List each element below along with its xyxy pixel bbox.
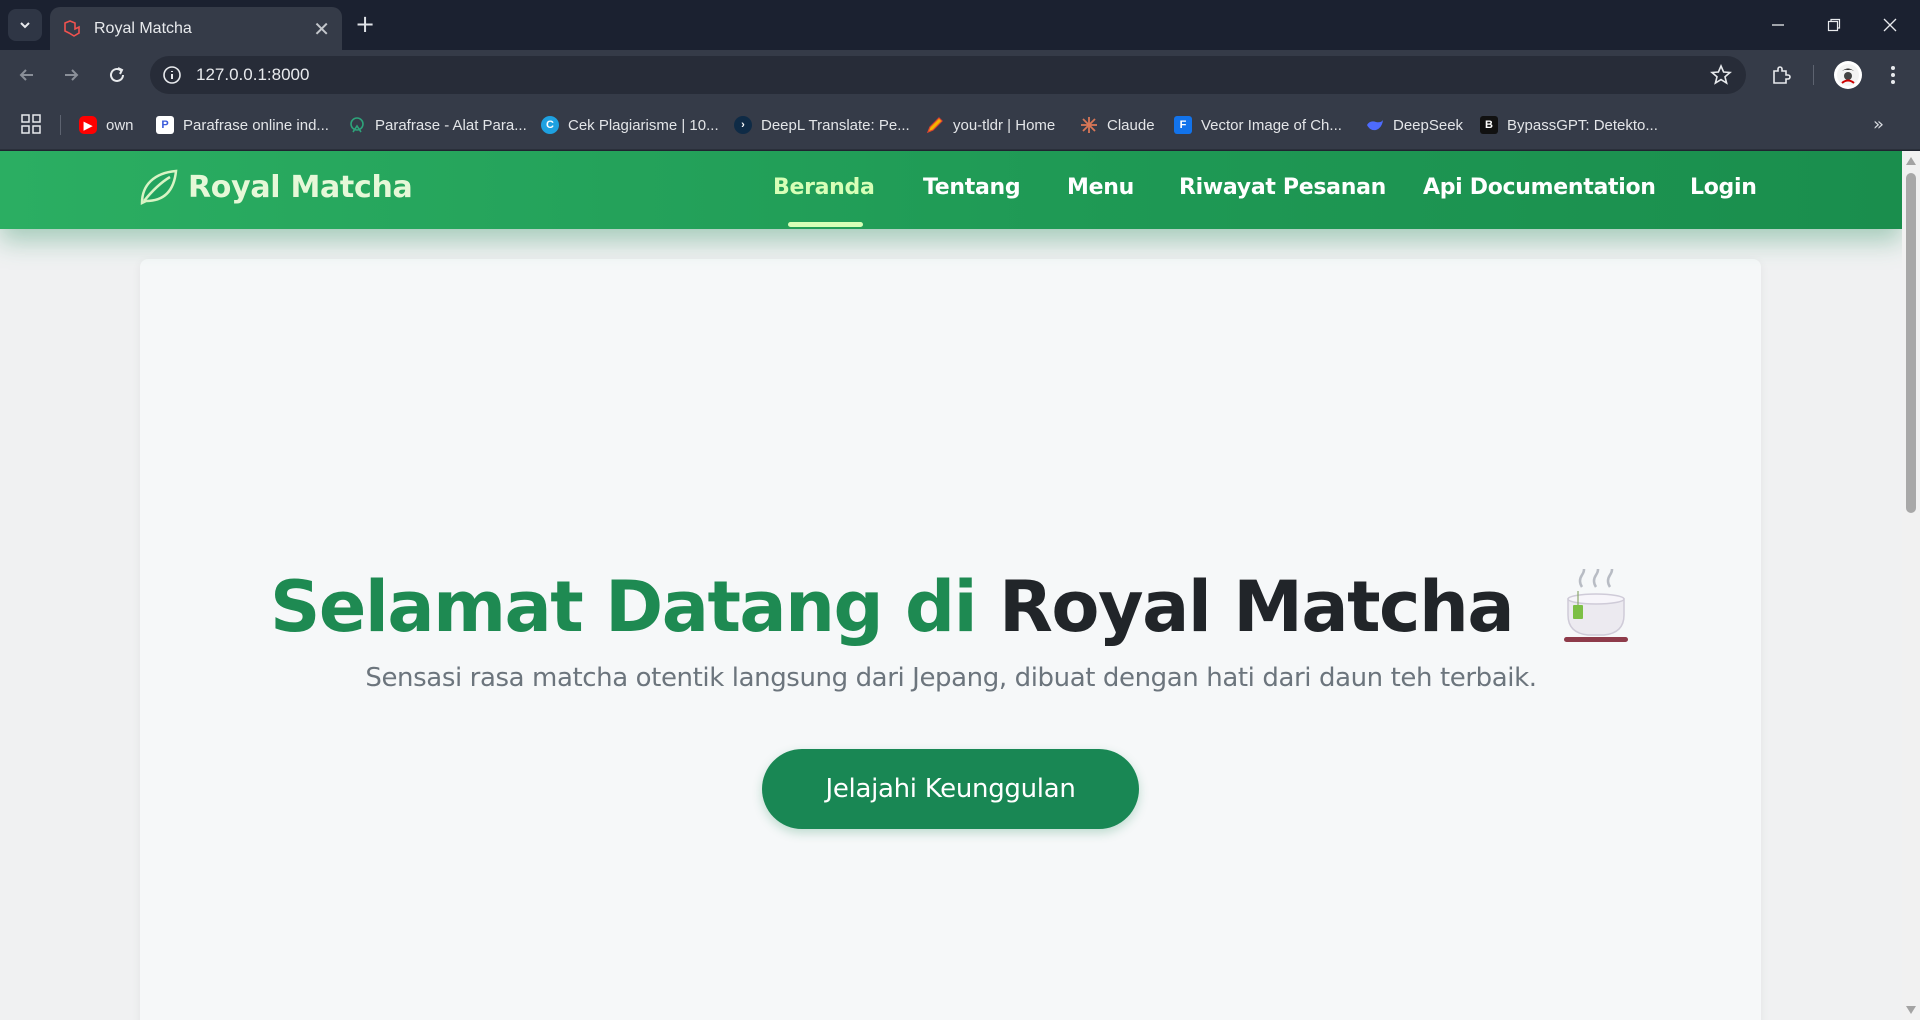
browser-toolbar: 127.0.0.1:8000	[0, 50, 1920, 100]
youtube-icon: ▶	[79, 116, 97, 134]
explore-advantages-button[interactable]: Jelajahi Keunggulan	[762, 749, 1139, 829]
scroll-up-arrow-icon[interactable]	[1906, 157, 1916, 165]
bypassgpt-b-icon: B	[1480, 116, 1498, 134]
hero-title: Selamat Datang di Royal Matcha	[0, 566, 1902, 649]
paraphrase-p-icon: P	[156, 116, 174, 134]
bookmark-label: Cek Plagiarisme | 10...	[568, 116, 719, 134]
freepik-icon: F	[1174, 116, 1192, 134]
bookmarks-overflow-button[interactable]: »	[1873, 114, 1884, 135]
extensions-button[interactable]	[1768, 62, 1794, 88]
kebab-menu-icon	[1891, 66, 1895, 84]
brand-name: Royal Matcha	[188, 169, 413, 205]
bookmark-label: you-tldr | Home	[953, 116, 1056, 134]
site-info-button[interactable]	[160, 63, 184, 87]
bookmark-label: Parafrase - Alat Para...	[375, 116, 527, 134]
tab-strip: Royal Matcha ✕ +	[0, 0, 1920, 50]
browser-menu-button[interactable]	[1880, 62, 1906, 88]
bookmark-label: Parafrase online ind...	[183, 116, 329, 134]
claude-icon	[1080, 116, 1098, 134]
tea-cup-icon	[1564, 568, 1628, 642]
bookmark-item[interactable]: Claude	[1080, 112, 1155, 138]
browser-tab[interactable]: Royal Matcha ✕	[50, 7, 342, 50]
new-tab-button[interactable]: +	[352, 12, 378, 38]
toolbar-divider	[1813, 65, 1814, 85]
address-bar[interactable]: 127.0.0.1:8000	[150, 56, 1746, 94]
tab-title: Royal Matcha	[94, 19, 192, 37]
profile-avatar[interactable]	[1834, 61, 1862, 89]
hero-title-green: Selamat Datang di	[270, 566, 978, 648]
bookmark-item[interactable]: C Cek Plagiarisme | 10...	[541, 112, 719, 138]
puzzle-icon	[1773, 66, 1791, 84]
plagiarism-c-icon: C	[541, 116, 559, 134]
arrow-right-icon	[65, 69, 79, 81]
bookmark-item[interactable]: Parafrase - Alat Para...	[348, 112, 527, 138]
close-icon	[1883, 18, 1897, 32]
arrow-left-icon	[19, 69, 33, 81]
back-button[interactable]	[12, 60, 42, 90]
info-icon	[163, 66, 181, 84]
bookmark-label: own	[106, 116, 134, 134]
nav-link-menu[interactable]: Menu	[1067, 175, 1134, 200]
close-window-button[interactable]	[1870, 10, 1910, 40]
bookmark-label: Claude	[1107, 116, 1155, 134]
chevron-down-icon	[20, 22, 30, 29]
forward-button[interactable]	[56, 60, 86, 90]
bookmarks-bar: ▶ own P Parafrase online ind... Parafras…	[0, 100, 1920, 150]
brand-link[interactable]: Royal Matcha	[138, 167, 413, 207]
reload-button[interactable]	[102, 60, 132, 90]
nav-link-tentang[interactable]: Tentang	[923, 175, 1021, 200]
nav-link-riwayat-pesanan[interactable]: Riwayat Pesanan	[1179, 175, 1386, 200]
reload-icon	[110, 67, 124, 82]
url-text: 127.0.0.1:8000	[196, 65, 310, 84]
paraphrase-tool-icon	[348, 116, 366, 134]
nav-link-api-documentation[interactable]: Api Documentation	[1423, 175, 1656, 200]
minimize-button[interactable]	[1758, 10, 1798, 40]
bookmark-item[interactable]: P Parafrase online ind...	[156, 112, 329, 138]
deepl-icon: ›	[734, 116, 752, 134]
bookmark-item[interactable]: › DeepL Translate: Pe...	[734, 112, 910, 138]
bookmark-label: DeepSeek	[1393, 116, 1464, 134]
bookmarks-divider	[60, 115, 61, 135]
bookmark-item[interactable]: ▶ own	[79, 112, 134, 138]
restore-icon	[1827, 18, 1841, 32]
hero-title-dark: Royal Matcha	[998, 566, 1515, 648]
pencil-icon	[926, 116, 944, 134]
site-navbar: Royal Matcha Beranda Tentang Menu Riwaya…	[0, 151, 1902, 229]
tab-search-button[interactable]	[8, 9, 42, 41]
laravel-favicon-icon	[64, 19, 80, 37]
bookmark-label: Vector Image of Ch...	[1201, 116, 1342, 134]
deepseek-whale-icon	[1366, 116, 1384, 134]
scroll-down-arrow-icon[interactable]	[1906, 1006, 1916, 1014]
nav-link-login[interactable]: Login	[1690, 175, 1757, 200]
bookmark-item[interactable]: you-tldr | Home	[926, 112, 1055, 138]
minimize-icon	[1772, 24, 1784, 26]
scrollbar-thumb[interactable]	[1906, 173, 1916, 513]
page-viewport: Royal Matcha Beranda Tentang Menu Riwaya…	[0, 151, 1902, 1020]
apps-grid-icon[interactable]	[20, 113, 42, 135]
bookmark-label: DeepL Translate: Pe...	[761, 116, 910, 134]
tab-close-button[interactable]: ✕	[313, 19, 330, 39]
restore-button[interactable]	[1814, 10, 1854, 40]
hero-subtitle: Sensasi rasa matcha otentik langsung dar…	[365, 663, 1537, 693]
avatar-icon	[1837, 64, 1859, 86]
bookmark-item[interactable]: F Vector Image of Ch...	[1174, 112, 1342, 138]
active-nav-indicator	[788, 222, 863, 227]
bookmark-star-icon[interactable]	[1710, 64, 1732, 86]
bookmark-item[interactable]: DeepSeek	[1366, 112, 1463, 138]
bookmark-item[interactable]: B BypassGPT: Detekto...	[1480, 112, 1658, 138]
bookmark-label: BypassGPT: Detekto...	[1507, 116, 1658, 134]
page-scrollbar[interactable]	[1902, 151, 1920, 1020]
leaf-icon	[140, 169, 178, 206]
nav-link-beranda[interactable]: Beranda	[773, 175, 875, 200]
